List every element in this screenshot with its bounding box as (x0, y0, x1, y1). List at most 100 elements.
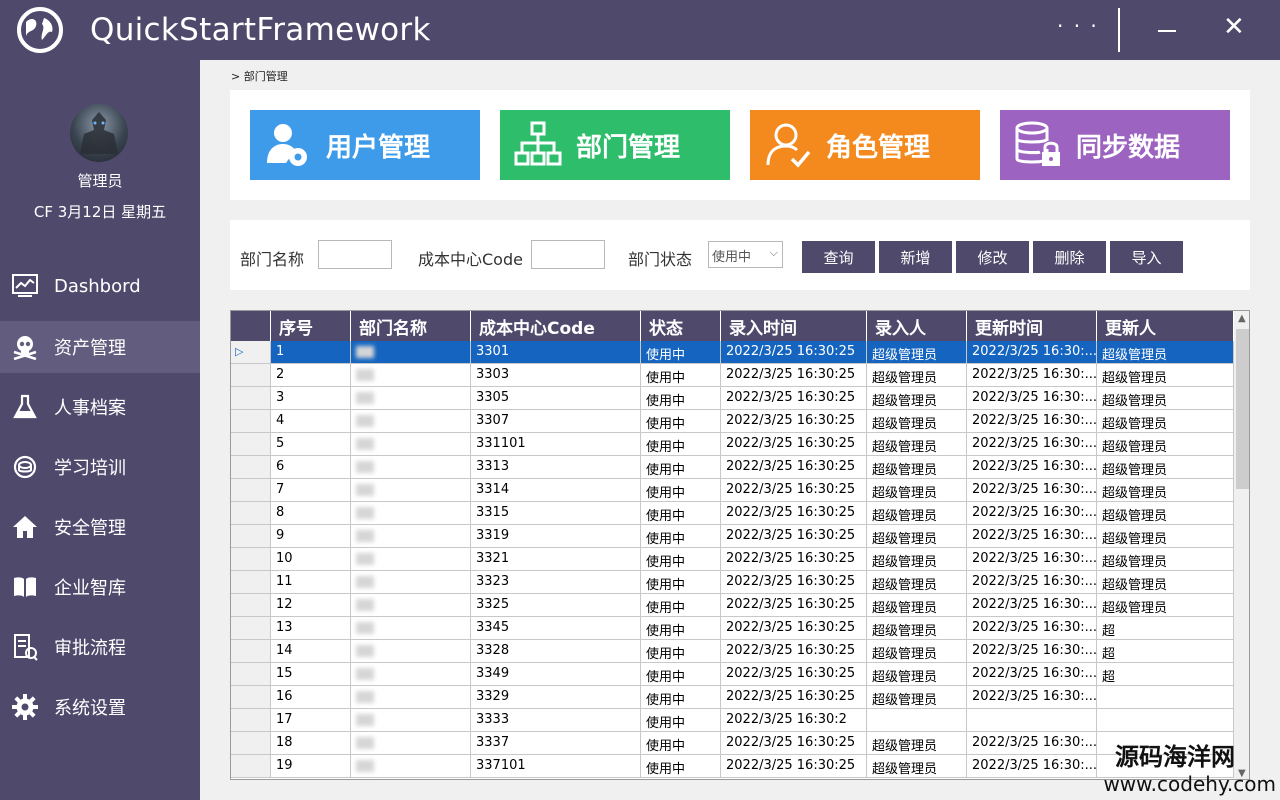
table-cell[interactable]: 2022/3/25 16:30:... (967, 594, 1097, 617)
table-cell[interactable]: 2022/3/25 16:30:... (967, 433, 1097, 456)
table-cell[interactable]: 超级管理员 (867, 456, 967, 479)
cost-center-input[interactable] (531, 240, 605, 269)
table-cell[interactable]: 超级管理员 (867, 640, 967, 663)
table-cell[interactable]: 3314 (471, 479, 641, 502)
table-cell[interactable]: 3303 (471, 364, 641, 387)
table-cell[interactable]: 2022/3/25 16:30:25 (721, 525, 867, 548)
column-header[interactable]: 状态 (641, 311, 721, 341)
table-cell[interactable] (351, 410, 471, 433)
table-cell[interactable]: 15 (271, 663, 351, 686)
table-cell[interactable]: 超级管理员 (1097, 364, 1234, 387)
row-header[interactable] (231, 502, 271, 525)
column-header[interactable]: 更新时间 (967, 311, 1097, 341)
column-header[interactable]: 部门名称 (351, 311, 471, 341)
table-cell[interactable]: 3345 (471, 617, 641, 640)
import-button[interactable]: 导入 (1110, 241, 1183, 273)
table-row[interactable]: 13 3345 使用中 2022/3/25 16:30:25 超级管理员 2022/3/2… (231, 617, 1234, 640)
table-cell[interactable]: 3323 (471, 571, 641, 594)
table-cell[interactable]: 2022/3/25 16:30:25 (721, 341, 867, 364)
table-cell[interactable]: 2022/3/25 16:30:... (967, 525, 1097, 548)
table-cell[interactable]: 使用中 (641, 640, 721, 663)
table-cell[interactable]: 8 (271, 502, 351, 525)
table-row[interactable]: 4 3307 使用中 2022/3/25 16:30:25 超级管理员 2022/3/25… (231, 410, 1234, 433)
table-cell[interactable]: 使用中 (641, 571, 721, 594)
table-cell[interactable]: 2022/3/25 16:30:25 (721, 663, 867, 686)
table-cell[interactable]: 5 (271, 433, 351, 456)
table-cell[interactable]: 2022/3/25 16:30:25 (721, 686, 867, 709)
tile-user-management[interactable]: 用户管理 (250, 110, 480, 180)
table-cell[interactable]: 超级管理员 (1097, 387, 1234, 410)
table-cell[interactable]: 超级管理员 (867, 502, 967, 525)
table-cell[interactable]: 2022/3/25 16:30:25 (721, 617, 867, 640)
table-cell[interactable]: 2022/3/25 16:30:25 (721, 548, 867, 571)
sidebar-item-hr-files[interactable]: 人事档案 (0, 381, 200, 433)
table-cell[interactable]: 超级管理员 (1097, 410, 1234, 433)
sidebar-item-settings[interactable]: 系统设置 (0, 681, 200, 733)
table-cell[interactable] (351, 732, 471, 755)
table-cell[interactable]: 9 (271, 525, 351, 548)
table-cell[interactable]: 3333 (471, 709, 641, 732)
row-header[interactable] (231, 617, 271, 640)
table-row[interactable]: ▷ 1 3301 使用中 2022/3/25 16:30:25 超级管理员 2022/3/2… (231, 341, 1234, 364)
edit-button[interactable]: 修改 (956, 241, 1029, 273)
table-cell[interactable] (867, 709, 967, 732)
table-cell[interactable]: 使用中 (641, 594, 721, 617)
table-cell[interactable]: 2022/3/25 16:30:... (967, 571, 1097, 594)
table-cell[interactable]: 3313 (471, 456, 641, 479)
tile-role-management[interactable]: 角色管理 (750, 110, 980, 180)
tile-sync-data[interactable]: 同步数据 (1000, 110, 1230, 180)
table-cell[interactable] (351, 686, 471, 709)
table-cell[interactable]: 超级管理员 (1097, 571, 1234, 594)
table-cell[interactable]: 2022/3/25 16:30:... (967, 456, 1097, 479)
column-header[interactable]: 更新人 (1097, 311, 1234, 341)
table-cell[interactable]: 超级管理员 (867, 594, 967, 617)
table-cell[interactable]: 2 (271, 364, 351, 387)
table-row[interactable]: 15 3349 使用中 2022/3/25 16:30:25 超级管理员 2022/3/2… (231, 663, 1234, 686)
table-cell[interactable]: 3321 (471, 548, 641, 571)
table-cell[interactable]: 3315 (471, 502, 641, 525)
row-header[interactable] (231, 479, 271, 502)
add-button[interactable]: 新增 (879, 241, 952, 273)
table-cell[interactable]: 2022/3/25 16:30:... (967, 502, 1097, 525)
scroll-up-icon[interactable]: ▲ (1238, 313, 1246, 324)
table-cell[interactable]: 超级管理员 (867, 732, 967, 755)
table-cell[interactable]: 超级管理员 (867, 686, 967, 709)
table-cell[interactable]: 2022/3/25 16:30:... (967, 617, 1097, 640)
table-cell[interactable] (351, 594, 471, 617)
table-cell[interactable]: 2022/3/25 16:30:... (967, 387, 1097, 410)
table-cell[interactable] (351, 548, 471, 571)
table-cell[interactable]: 超级管理员 (1097, 456, 1234, 479)
table-cell[interactable] (351, 433, 471, 456)
table-cell[interactable]: 3329 (471, 686, 641, 709)
row-header[interactable] (231, 364, 271, 387)
table-cell[interactable]: 3328 (471, 640, 641, 663)
table-cell[interactable]: 使用中 (641, 410, 721, 433)
table-row[interactable]: 12 3325 使用中 2022/3/25 16:30:25 超级管理员 2022/3/2… (231, 594, 1234, 617)
table-cell[interactable]: 使用中 (641, 709, 721, 732)
table-cell[interactable]: 超级管理员 (867, 548, 967, 571)
table-cell[interactable]: 超级管理员 (867, 755, 967, 778)
table-row[interactable]: 3 3305 使用中 2022/3/25 16:30:25 超级管理员 2022/3/25… (231, 387, 1234, 410)
table-cell[interactable]: 2022/3/25 16:30:25 (721, 732, 867, 755)
table-cell[interactable] (351, 387, 471, 410)
table-row[interactable]: 7 3314 使用中 2022/3/25 16:30:25 超级管理员 2022/3/25… (231, 479, 1234, 502)
table-cell[interactable]: 超级管理员 (867, 571, 967, 594)
dept-status-select[interactable]: 使用中 ⌵ (708, 241, 783, 268)
row-header[interactable] (231, 594, 271, 617)
table-cell[interactable]: 使用中 (641, 479, 721, 502)
table-row[interactable]: 5 331101 使用中 2022/3/25 16:30:25 超级管理员 2022/3/… (231, 433, 1234, 456)
table-cell[interactable]: 6 (271, 456, 351, 479)
table-cell[interactable]: 超级管理员 (1097, 433, 1234, 456)
table-cell[interactable]: 337101 (471, 755, 641, 778)
table-cell[interactable] (1097, 686, 1234, 709)
table-cell[interactable] (351, 456, 471, 479)
table-cell[interactable]: 使用中 (641, 617, 721, 640)
table-cell[interactable]: 超级管理员 (1097, 502, 1234, 525)
table-cell[interactable]: 12 (271, 594, 351, 617)
table-cell[interactable]: 超级管理员 (867, 410, 967, 433)
row-header[interactable] (231, 387, 271, 410)
table-cell[interactable]: 超级管理员 (867, 525, 967, 548)
row-header[interactable] (231, 686, 271, 709)
table-cell[interactable]: 3307 (471, 410, 641, 433)
table-cell[interactable] (351, 640, 471, 663)
